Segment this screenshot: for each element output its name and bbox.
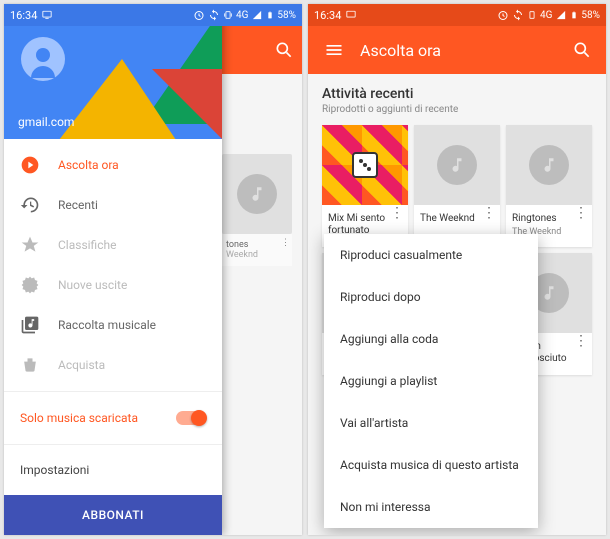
dice-icon [352,152,378,178]
play-circle-icon [20,155,40,175]
alarm-icon [193,9,205,21]
cast-icon [41,10,53,20]
account-email[interactable]: gmail.com [18,115,74,129]
status-time: 16:34 [10,9,37,22]
avatar[interactable] [18,34,68,84]
music-note-icon [237,174,277,214]
menu-shuffle[interactable]: Riproduci casualmente [324,234,538,276]
context-menu: Riproduci casualmente Riproduci dopo Agg… [324,234,538,528]
bg-card-title: tones [226,240,288,250]
search-icon[interactable] [274,40,294,60]
status-network: 4G [540,10,552,21]
card-item[interactable]: RingtonesThe Weeknd⋮ [506,125,592,247]
nav-label: Ascolta ora [58,158,119,172]
search-icon[interactable] [558,40,606,60]
more-icon[interactable]: ⋮ [574,339,588,343]
background-card: tones Weeknd ⋮ [222,154,292,266]
nav-label: Raccolta musicale [58,318,156,332]
new-releases-icon [20,275,40,295]
nav-label: Recenti [58,198,98,212]
battery-icon [266,9,274,21]
bg-card-sub: Weeknd [226,250,288,260]
cast-icon [345,10,357,20]
sync-icon [208,9,220,21]
menu-go-artist[interactable]: Vai all'artista [324,402,538,444]
nav-label: Classifiche [58,238,116,252]
music-note-icon [529,145,569,185]
downloaded-only-toggle[interactable]: Solo musica scaricata [4,398,222,438]
navigation-drawer: gmail.com Ascolta ora Recenti Classifich… [4,4,222,535]
more-icon[interactable]: ⋮ [574,211,588,215]
nav-listen-now[interactable]: Ascolta ora [4,145,222,185]
library-music-icon [20,315,40,335]
status-time: 16:34 [314,9,341,22]
nav-shop[interactable]: Acquista [4,345,222,385]
phone-right: 16:34 4G 58% Ascolta ora Attività recent… [308,4,606,535]
menu-play-next[interactable]: Riproduci dopo [324,276,538,318]
appbar-title: Ascolta ora [360,41,558,60]
menu-buy-artist[interactable]: Acquista musica di questo artista [324,444,538,486]
battery-icon [570,9,578,21]
card-item[interactable]: The Weeknd⋮ [414,125,500,247]
phone-left: 16:34 4G 58% tones Weeknd ⋮ [4,4,302,535]
status-battery: 58% [581,10,600,21]
card-mix[interactable]: Mix Mi sento fortunato⋮ [322,125,408,247]
menu-add-queue[interactable]: Aggiungi alla coda [324,318,538,360]
more-icon[interactable]: ⋮ [281,238,290,248]
mix-art [322,125,408,205]
nav-label: Acquista [58,358,105,372]
section-title: Attività recenti [322,86,592,102]
nav-settings[interactable]: Impostazioni [4,451,222,489]
section-subtitle: Riprodotti o aggiunti di recente [322,104,592,115]
status-bar: 16:34 4G 58% [4,4,302,26]
menu-not-interested[interactable]: Non mi interessa [324,486,538,528]
hamburger-icon[interactable] [308,40,360,60]
status-network: 4G [236,10,248,21]
subscribe-button[interactable]: ABBONATI [4,495,222,535]
status-battery: 58% [277,10,296,21]
nav-charts[interactable]: Classifiche [4,225,222,265]
alarm-icon [497,9,509,21]
nav-new-releases[interactable]: Nuove uscite [4,265,222,305]
signal-icon [251,10,263,20]
star-icon [20,235,40,255]
nav-label: Nuove uscite [58,278,127,292]
history-icon [20,195,40,215]
divider [4,444,222,445]
basket-icon [20,355,40,375]
vibrate-icon [223,9,233,21]
more-icon[interactable]: ⋮ [482,211,496,215]
menu-add-playlist[interactable]: Aggiungi a playlist [324,360,538,402]
switch-on[interactable] [176,411,206,425]
music-note-icon [437,145,477,185]
more-icon[interactable]: ⋮ [390,211,404,215]
vibrate-icon [527,9,537,21]
status-bar: 16:34 4G 58% [308,4,606,26]
divider [4,391,222,392]
signal-icon [555,10,567,20]
sync-icon [512,9,524,21]
toggle-label: Solo musica scaricata [20,411,138,425]
nav-library[interactable]: Raccolta musicale [4,305,222,345]
nav-recent[interactable]: Recenti [4,185,222,225]
